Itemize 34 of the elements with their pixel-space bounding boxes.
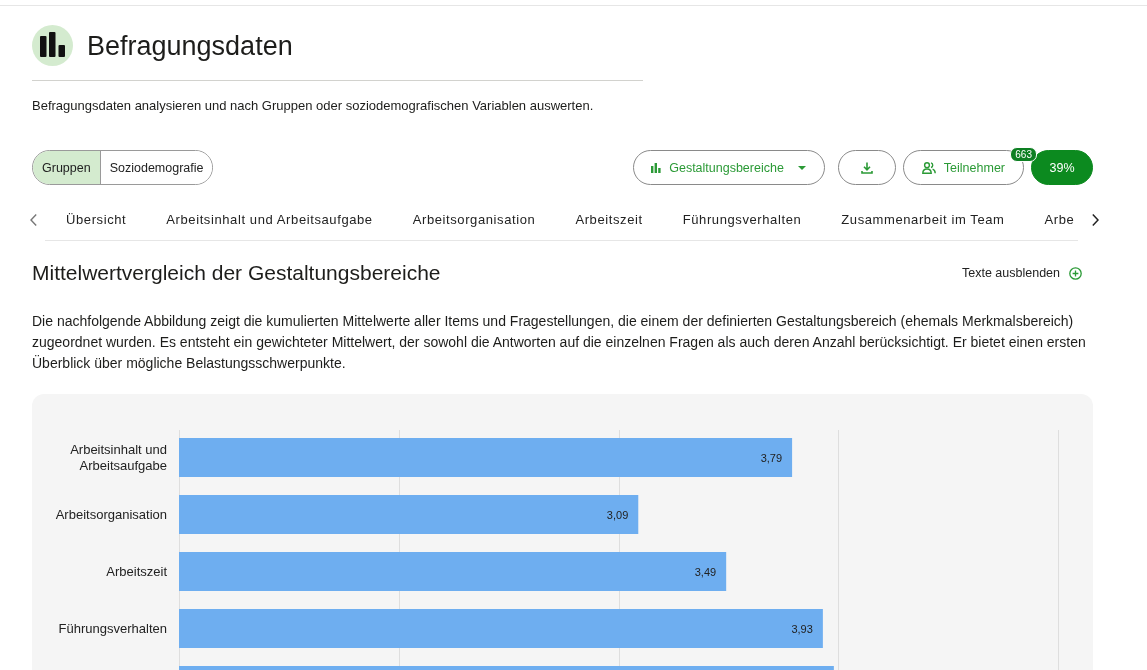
section-title: Mittelwertvergleich der Gestaltungsbereiche bbox=[32, 260, 441, 286]
plus-circle-icon bbox=[1069, 266, 1082, 280]
category-label: Arbeitsinhalt und Arbeitsaufgabe bbox=[69, 441, 167, 474]
segment-button[interactable]: Soziodemografie bbox=[99, 151, 213, 184]
tab[interactable]: Übersicht bbox=[66, 212, 127, 227]
chevron-right-icon bbox=[1092, 214, 1100, 226]
count-badge: 663 bbox=[1010, 147, 1037, 162]
hide-texts-link[interactable]: Texte ausblenden bbox=[962, 266, 1082, 280]
caret-icon bbox=[797, 165, 806, 170]
response-rate-button[interactable]: 39% bbox=[1031, 150, 1093, 185]
tab[interactable]: Arbeitsorganisation bbox=[412, 212, 536, 227]
people-icon bbox=[921, 161, 936, 174]
tab[interactable]: Arbe bbox=[1044, 212, 1075, 227]
value-label: 3,09 bbox=[606, 509, 629, 521]
download-button[interactable] bbox=[837, 150, 896, 185]
download-icon bbox=[860, 161, 873, 174]
page-subtitle: Befragungsdaten analysieren und nach Gruppen oder soziodemografischen Variablen auswerten. bbox=[32, 97, 595, 114]
tab[interactable]: Führungsverhalten bbox=[682, 212, 802, 227]
value-label: 3,79 bbox=[760, 452, 783, 464]
tab[interactable]: Arbeitszeit bbox=[575, 212, 643, 227]
tab[interactable]: Arbeitsinhalt und Arbeitsaufgabe bbox=[166, 212, 373, 227]
category-label: Führungsverhalten bbox=[58, 620, 167, 637]
chevron-left-icon bbox=[30, 214, 37, 226]
tab[interactable]: Zusammenarbeit im Team bbox=[841, 212, 1005, 227]
segment-button[interactable]: Gruppen bbox=[33, 151, 100, 184]
bar-chart-icon bbox=[651, 162, 662, 173]
category-label: Arbeitszeit bbox=[106, 563, 167, 580]
bar-chart-icon bbox=[32, 25, 73, 66]
dropdown-button[interactable]: Gestaltungsbereiche bbox=[633, 150, 825, 185]
value-label: 3,49 bbox=[694, 566, 717, 578]
category-label: Arbeitsorganisation bbox=[55, 506, 167, 523]
page-title: Befragungsdaten bbox=[87, 29, 293, 63]
value-label: 3,93 bbox=[791, 623, 813, 635]
section-description: Die nachfolgende Abbildung zeigt die kumulierten Mittelwerte aller Items und Fragestellungen, die einem der definierten Gestaltungsbereich (ehemals Merkmalsbereich) zugeordnet wurden. Es entsteht ein gewichteter Mittelwert, der sowohl die Antworten auf die einzelnen Fragen als auch deren Anzahl berücksichtigt. Er bietet einen ersten Überblick über mögliche Belastungsschwerpunkte. bbox=[32, 312, 1087, 373]
